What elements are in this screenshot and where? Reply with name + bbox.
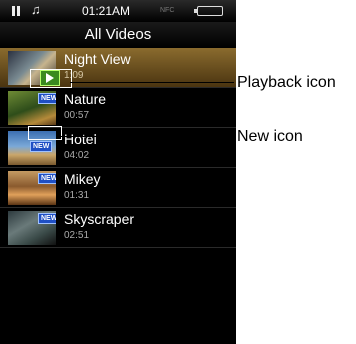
new-badge-icon: NEW <box>30 141 53 152</box>
pause-icon <box>12 6 22 16</box>
page-title: All Videos <box>0 22 236 48</box>
video-duration: 04:02 <box>64 150 90 161</box>
video-item-skyscraper[interactable]: NEW Skyscraper 02:51 <box>0 208 236 248</box>
new-icon-callout: New icon <box>237 128 303 145</box>
playback-icon-callout: Playback icon <box>237 74 336 91</box>
video-title: Mikey <box>64 171 101 187</box>
new-badge-icon: NEW <box>38 213 56 224</box>
video-duration: 01:31 <box>64 190 90 201</box>
video-item-mikey[interactable]: NEW Mikey 01:31 <box>0 168 236 208</box>
video-thumbnail: NEW <box>8 211 56 245</box>
video-title: Night View <box>64 51 131 67</box>
video-thumbnail: NEW <box>8 171 56 205</box>
video-title: Skyscraper <box>64 211 135 227</box>
status-time: 01:21AM <box>82 4 131 18</box>
signal-indicator: NFC <box>160 7 175 14</box>
new-highlight-box <box>28 126 62 140</box>
playback-leader-line <box>70 82 234 83</box>
new-badge-icon: NEW <box>38 93 56 104</box>
new-leader-line <box>60 136 234 137</box>
video-title: Hotel <box>64 131 97 147</box>
video-item-nature[interactable]: NEW Nature 00:57 <box>0 88 236 128</box>
player-screen: ♫ 01:21AM NFC All Videos Night View 1:09… <box>0 0 236 344</box>
new-badge-icon: NEW <box>38 173 56 184</box>
battery-icon <box>194 6 223 16</box>
music-note-icon: ♫ <box>31 2 41 17</box>
playback-highlight-box <box>30 69 72 88</box>
video-duration: 00:57 <box>64 110 90 121</box>
video-duration: 02:51 <box>64 230 90 241</box>
video-title: Nature <box>64 91 107 107</box>
video-thumbnail: NEW <box>8 91 56 125</box>
status-bar: ♫ 01:21AM NFC <box>0 0 236 22</box>
